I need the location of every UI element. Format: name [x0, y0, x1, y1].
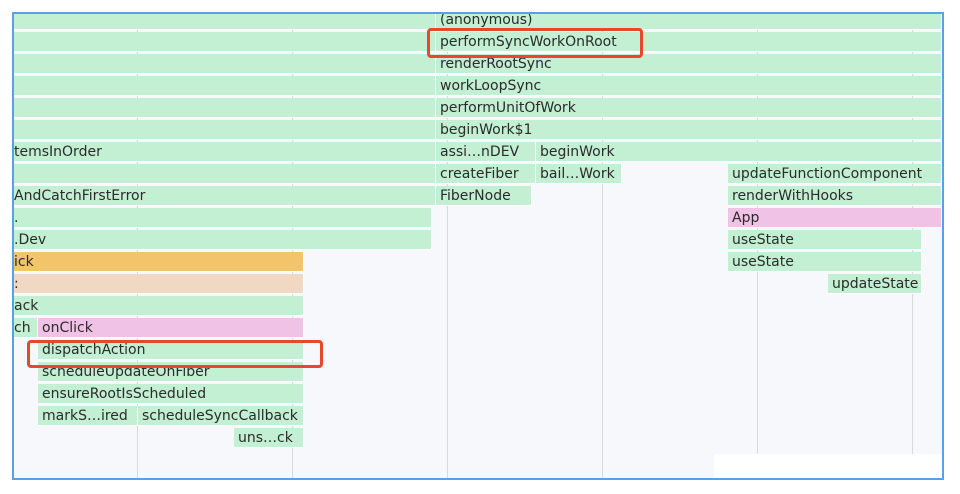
- flame-frame-dev[interactable]: .Dev: [14, 230, 432, 250]
- flame-frame-bail-Work[interactable]: bail…Work: [536, 164, 622, 184]
- flame-frame-workLoopSync[interactable]: workLoopSync: [436, 76, 942, 96]
- flame-frame-scheduleUpdateOnFiber[interactable]: scheduleUpdateOnFiber: [38, 362, 304, 382]
- flame-chart-frame: (anonymous) performSyncWorkOnRoot render…: [12, 12, 944, 480]
- flame-frame-left-row0[interactable]: [14, 14, 436, 30]
- flame-frame-assi-nDEV[interactable]: assi…nDEV: [436, 142, 536, 162]
- flame-frame-left-row4[interactable]: [14, 98, 436, 118]
- flame-frame-performUnitOfWork[interactable]: performUnitOfWork: [436, 98, 942, 118]
- flame-frame-scheduleSyncCallback[interactable]: scheduleSyncCallback: [138, 406, 304, 426]
- flame-frame-dispatchAction[interactable]: dispatchAction: [38, 340, 304, 360]
- flame-frame-updateState[interactable]: updateState: [828, 274, 922, 294]
- flame-frame-left-row3[interactable]: [14, 76, 436, 96]
- flame-frame-useState-1[interactable]: useState: [728, 230, 922, 250]
- flame-chart[interactable]: (anonymous) performSyncWorkOnRoot render…: [14, 14, 942, 478]
- flame-frame-anonymous[interactable]: (anonymous): [436, 14, 942, 30]
- flame-frame-renderWithHooks[interactable]: renderWithHooks: [728, 186, 942, 206]
- flame-frame-App[interactable]: App: [728, 208, 942, 228]
- flame-frame-useState-2[interactable]: useState: [728, 252, 922, 272]
- flame-frame-left-row7[interactable]: [14, 164, 436, 184]
- flame-frame-ack[interactable]: ack: [14, 296, 304, 316]
- flame-frame-renderRootSync[interactable]: renderRootSync: [436, 54, 942, 74]
- flame-frame-left-row9[interactable]: .: [14, 208, 432, 228]
- flame-frame-ch[interactable]: ch: [14, 318, 38, 338]
- flame-frame-beginWork[interactable]: beginWork: [536, 142, 942, 162]
- blank-area: [714, 454, 942, 478]
- flame-frame-andCatchFirstError[interactable]: AndCatchFirstError: [14, 186, 436, 206]
- flame-frame-FiberNode[interactable]: FiberNode: [436, 186, 532, 206]
- flame-frame-ensureRootIsScheduled[interactable]: ensureRootIsScheduled: [38, 384, 304, 404]
- flame-frame-ick[interactable]: ick: [14, 252, 304, 272]
- flame-frame-itemsInOrder[interactable]: temsInOrder: [14, 142, 436, 162]
- flame-frame-performSyncWorkOnRoot[interactable]: performSyncWorkOnRoot: [436, 32, 942, 52]
- flame-frame-uns-ck[interactable]: uns…ck: [234, 428, 304, 448]
- flame-frame-left-row1[interactable]: [14, 32, 436, 52]
- flame-frame-left-row5[interactable]: [14, 120, 436, 140]
- flame-frame-left-row2[interactable]: [14, 54, 436, 74]
- flame-frame-markS-ired[interactable]: markS…ired: [38, 406, 138, 426]
- flame-frame-colon[interactable]: :: [14, 274, 304, 294]
- flame-frame-beginWork-1[interactable]: beginWork$1: [436, 120, 942, 140]
- flame-frame-updateFunctionComponent[interactable]: updateFunctionComponent: [728, 164, 942, 184]
- flame-frame-onClick[interactable]: onClick: [38, 318, 304, 338]
- flame-frame-createFiber[interactable]: createFiber: [436, 164, 536, 184]
